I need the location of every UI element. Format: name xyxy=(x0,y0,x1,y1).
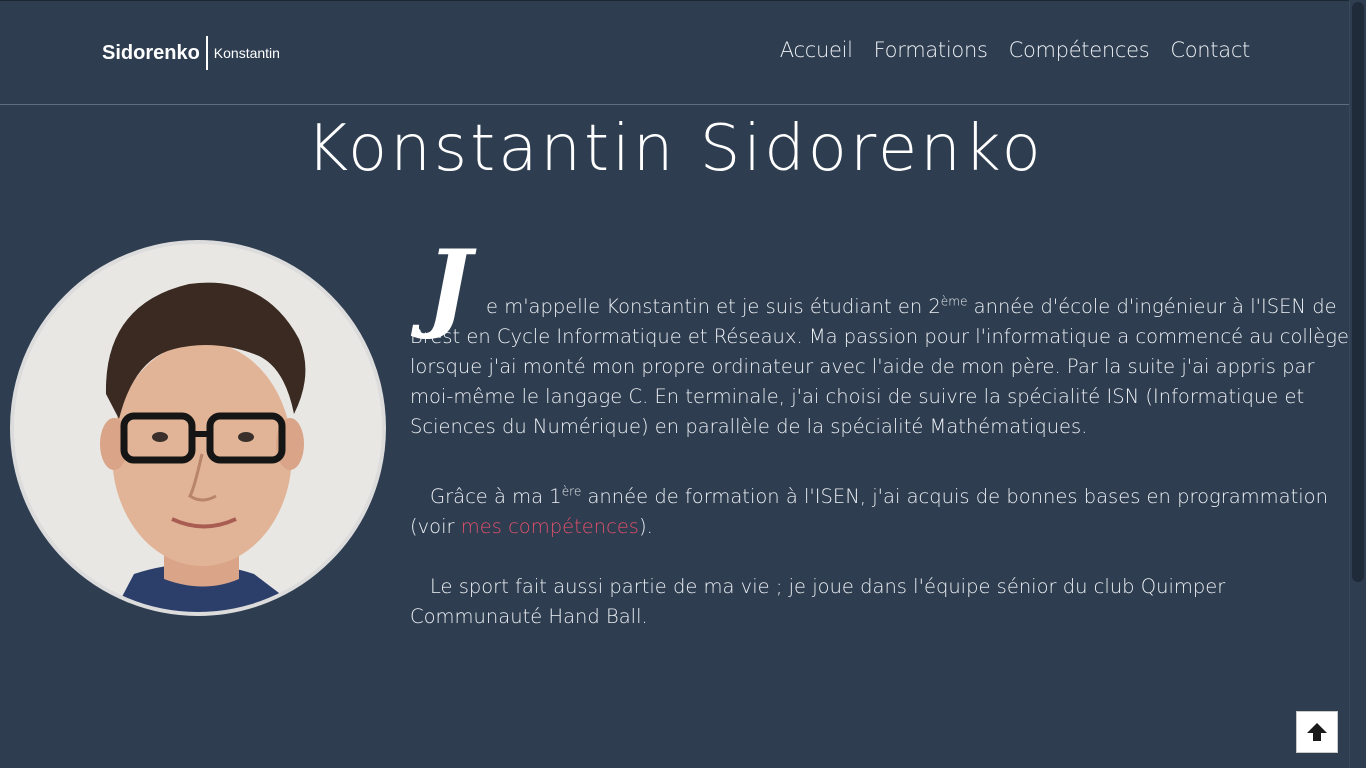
nav-accueil[interactable]: Accueil xyxy=(780,38,853,62)
site-header: Sidorenko Konstantin Accueil Formations … xyxy=(0,0,1350,105)
bio-paragraph-2: Grâce à ma 1ère année de formation à l'I… xyxy=(410,482,1350,542)
main-nav: Accueil Formations Compétences Contact xyxy=(780,38,1251,62)
back-to-top-button[interactable] xyxy=(1296,711,1338,753)
bio-p1-mid: année d'école d'ingénieur à l'ISEN xyxy=(967,295,1307,318)
nav-competences[interactable]: Compétences xyxy=(1009,38,1150,62)
brand-logo[interactable]: Sidorenko Konstantin xyxy=(102,36,280,70)
brand-first-name: Konstantin xyxy=(213,45,280,61)
nav-formations[interactable]: Formations xyxy=(874,38,988,62)
bio-p2-end: ). xyxy=(638,515,653,538)
bio-p1-sup: ème xyxy=(940,294,968,309)
scrollbar[interactable] xyxy=(1349,0,1366,768)
competences-link[interactable]: mes compétences xyxy=(461,515,639,538)
bio-paragraph-1: J e m'appelle Konstantin et je suis étud… xyxy=(410,236,1350,442)
scrollbar-thumb[interactable] xyxy=(1352,2,1364,582)
bio-p2-start: Grâce à ma 1 xyxy=(430,485,562,508)
bio-paragraph-3: Le sport fait aussi partie de ma vie ; j… xyxy=(410,575,1226,628)
page: Sidorenko Konstantin Accueil Formations … xyxy=(0,0,1366,768)
bio-p1-start: e m'appelle Konstantin et je suis étudia… xyxy=(486,295,941,318)
arrow-up-icon xyxy=(1307,723,1327,741)
portrait-illustration xyxy=(14,244,382,612)
bio-section: J e m'appelle Konstantin et je suis étud… xyxy=(410,236,1350,632)
nav-contact[interactable]: Contact xyxy=(1170,38,1250,62)
bio-p2-sup: ère xyxy=(561,484,582,499)
page-title: Konstantin Sidorenko xyxy=(306,112,1044,186)
drop-cap: J xyxy=(426,229,472,342)
brand-last-name: Sidorenko xyxy=(102,41,200,64)
profile-photo xyxy=(10,240,386,616)
brand-divider xyxy=(205,36,208,70)
